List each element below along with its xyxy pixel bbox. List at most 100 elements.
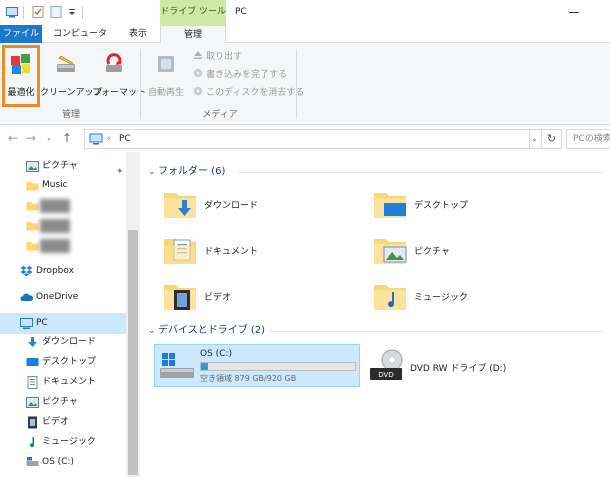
nav-item-videos[interactable]: ビデオ	[0, 412, 127, 433]
redacted-label	[40, 199, 70, 213]
nav-item-downloads[interactable]: ダウンロード	[0, 332, 127, 353]
forward-arrow-icon[interactable]: →	[24, 131, 38, 145]
address-dropdown-icon[interactable]: ⌄	[528, 129, 542, 149]
breadcrumb-pc[interactable]: PC	[119, 130, 131, 148]
autoplay-icon	[158, 56, 174, 72]
tab-file[interactable]: ファイル	[0, 25, 42, 43]
autoplay-button[interactable]: 自動再生	[146, 48, 186, 100]
folder-icon	[26, 242, 39, 251]
nav-item-pc[interactable]: PC	[0, 313, 127, 334]
nav-item-label: Dropbox	[36, 266, 74, 276]
pictures-folder-icon	[374, 239, 407, 264]
refresh-icon[interactable]: ↻	[542, 129, 562, 149]
section-divider	[268, 331, 604, 332]
tab-computer[interactable]: コンピューター	[50, 25, 110, 57]
nav-item-label: OneDrive	[36, 292, 79, 302]
nav-item-onedrive[interactable]: OneDrive	[0, 287, 127, 308]
navigation-bar: ← → ⌄ ↑ › PC ⌄ ↻ PCの検索	[0, 126, 610, 152]
search-input[interactable]: PCの検索	[566, 129, 610, 149]
eject-icon	[194, 51, 202, 59]
scrollbar-thumb[interactable]	[128, 230, 138, 475]
nav-item-label: ダウンロード	[42, 337, 97, 347]
folder-desktop[interactable]: デスクトップ	[372, 186, 572, 226]
explorer-window-icon[interactable]	[6, 6, 18, 18]
documents-icon	[27, 376, 38, 389]
cleanup-button[interactable]: クリーンアップ	[40, 48, 103, 100]
onedrive-icon	[20, 293, 33, 301]
nav-item-pictures[interactable]: ピクチャ ✦	[0, 156, 127, 177]
group-separator	[296, 49, 297, 119]
nav-item-music[interactable]: ミュージック	[0, 432, 127, 453]
drive-free-space: 空き領域 879 GB/920 GB	[200, 374, 297, 383]
nav-item-label: Music	[42, 180, 68, 190]
tab-view[interactable]: 表示	[118, 25, 158, 43]
drive-usage-fill	[201, 363, 208, 370]
drives-section-header[interactable]: ⌄ デバイスとドライブ (2)	[148, 323, 265, 339]
folder-name: ミュージック	[414, 293, 468, 303]
folder-music[interactable]: ミュージック	[372, 278, 572, 318]
drive-name: OS (C:)	[200, 349, 232, 359]
address-bar[interactable]: › PC	[84, 129, 530, 149]
drive-usage-bar	[200, 362, 356, 371]
folder-icon	[26, 182, 39, 191]
section-divider	[238, 172, 604, 173]
recent-locations-chevron-icon[interactable]: ⌄	[42, 131, 56, 145]
minimize-icon[interactable]	[560, 0, 588, 25]
nav-item-label: PC	[36, 318, 48, 328]
eject-label: 取り出す	[206, 52, 243, 62]
pc-icon	[20, 318, 33, 329]
ribbon-tabs: ファイル コンピューター 表示 管理	[0, 25, 610, 57]
folder-videos[interactable]: ビデオ	[162, 278, 362, 318]
dropbox-icon	[20, 266, 33, 277]
nav-item-os-drive[interactable]: OS (C:)	[0, 452, 127, 473]
nav-item-music[interactable]: Music	[0, 175, 127, 196]
back-arrow-icon[interactable]: ←	[6, 131, 20, 145]
pictures-icon	[26, 397, 39, 408]
nav-item-redacted[interactable]	[0, 195, 127, 216]
nav-item-label: OS (C:)	[42, 457, 74, 467]
desktop-icon	[26, 358, 39, 366]
download-folder-icon	[164, 193, 196, 218]
folder-name: ドキュメント	[204, 247, 259, 257]
folder-documents[interactable]: ドキュメント	[162, 232, 362, 272]
dvd-drive-icon: DVD	[370, 349, 403, 380]
contextual-tab-header: ドライブ ツール	[160, 0, 226, 25]
desktop-folder-icon	[374, 193, 406, 218]
video-icon	[28, 416, 37, 429]
finish-burning-label: 書き込みを完了する	[206, 70, 288, 80]
nav-item-label: ピクチャ	[42, 161, 78, 171]
ribbon: 最適化 クリーンアップ フォーマット 管理 自動再生 取り出す 書き込みを完了す…	[0, 43, 610, 125]
format-button[interactable]: フォーマット	[92, 48, 146, 100]
nav-item-redacted[interactable]	[0, 235, 127, 256]
folder-name: ピクチャ	[414, 247, 450, 257]
nav-item-documents[interactable]: ドキュメント	[0, 372, 127, 393]
folder-icon	[26, 202, 39, 211]
title-bar: ドライブ ツール PC	[0, 0, 610, 25]
nav-item-desktop[interactable]: デスクトップ	[0, 352, 127, 373]
cleanup-icon	[57, 55, 75, 72]
collapse-chevron-icon[interactable]: ⌄	[148, 323, 158, 339]
folder-pictures[interactable]: ピクチャ	[372, 232, 572, 272]
drive-icon	[26, 457, 39, 466]
folder-icon	[26, 222, 39, 231]
cleanup-label: クリーンアップ	[40, 88, 103, 98]
folder-downloads[interactable]: ダウンロード	[162, 186, 362, 226]
erase-disc-command[interactable]: このディスクを消去する	[193, 86, 304, 100]
nav-item-redacted[interactable]	[0, 215, 127, 236]
erase-disc-icon	[193, 86, 203, 96]
breadcrumb-chevron-icon[interactable]: ›	[107, 130, 111, 148]
nav-item-dropbox[interactable]: Dropbox	[0, 261, 127, 282]
properties-icon[interactable]	[32, 6, 44, 18]
music-folder-icon	[374, 285, 406, 310]
new-folder-icon[interactable]	[50, 6, 62, 18]
customize-qat-icon[interactable]	[66, 6, 78, 18]
folder-name: ビデオ	[204, 293, 232, 303]
nav-item-pictures[interactable]: ピクチャ	[0, 392, 127, 413]
eject-command[interactable]: 取り出す	[193, 50, 242, 64]
folders-section-header[interactable]: ⌄ フォルダー (6)	[148, 164, 225, 180]
nav-pane-scrollbar[interactable]	[126, 152, 140, 477]
tab-manage[interactable]: 管理	[160, 25, 226, 44]
up-arrow-icon[interactable]: ↑	[60, 131, 74, 145]
collapse-chevron-icon[interactable]: ⌄	[148, 164, 158, 180]
finish-burning-command[interactable]: 書き込みを完了する	[193, 68, 287, 82]
